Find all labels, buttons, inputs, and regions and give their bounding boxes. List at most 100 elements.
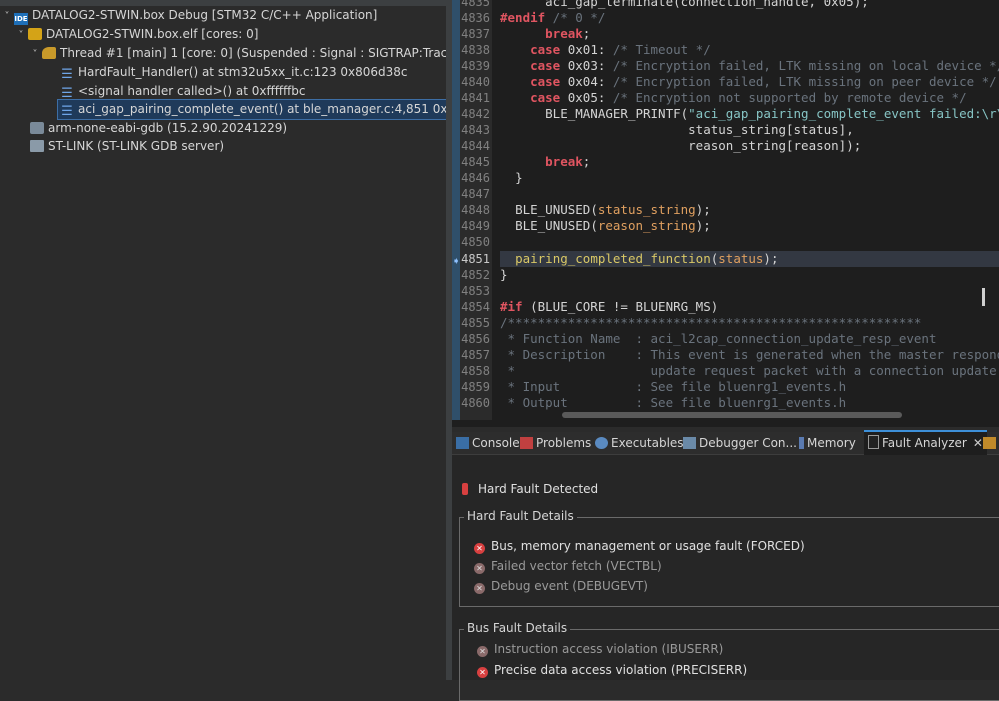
- collapse-icon[interactable]: ˅: [0, 7, 14, 26]
- code-line[interactable]: break;: [500, 154, 999, 170]
- line-number: 4847: [461, 187, 490, 201]
- bottom-panel-tabs: Console Problems Executables Debugger Co…: [452, 430, 999, 456]
- line-number: 4856: [461, 332, 490, 346]
- line-number: 4839: [461, 59, 490, 73]
- tree-item-elf[interactable]: ˅ DATALOG2-STWIN.box.elf [cores: 0]: [14, 25, 259, 45]
- code-line[interactable]: * update request packet with a connectio…: [500, 363, 999, 379]
- code-line[interactable]: * Description : This event is generated …: [500, 347, 999, 363]
- error-icon: ✕: [474, 543, 485, 554]
- code-line[interactable]: }: [500, 170, 999, 186]
- bus-fault-details-group: Bus Fault Details ✕ Instruction access vi…: [459, 621, 999, 701]
- line-number: 4848: [461, 203, 490, 217]
- error-icon: ✕: [474, 583, 485, 594]
- fault-flag-ibuserr: ✕ Instruction access violation (IBUSERR): [477, 640, 723, 658]
- tab-console[interactable]: Console: [456, 432, 520, 454]
- line-number: 4836: [461, 11, 490, 25]
- line-number: 4853: [461, 284, 490, 298]
- code-line[interactable]: BLE_UNUSED(status_string);: [500, 202, 999, 218]
- gdb-icon: [30, 122, 44, 134]
- group-title: Bus Fault Details: [464, 621, 571, 635]
- group-title: Hard Fault Details: [464, 509, 577, 523]
- fault-flag-preciserr: ✕ Precise data access violation (PRECISER…: [477, 661, 747, 679]
- stack-frame-icon: ☰: [61, 104, 73, 119]
- memory-icon: [799, 437, 804, 449]
- overview-ruler-marker[interactable]: [982, 288, 985, 306]
- collapse-icon[interactable]: ˅: [28, 45, 42, 64]
- code-line[interactable]: break;: [500, 26, 999, 42]
- ide-icon: IDE: [14, 13, 28, 25]
- code-line[interactable]: BLE_MANAGER_PRINTF("aci_gap_pairing_comp…: [500, 106, 999, 122]
- tab-debugger-console[interactable]: Debugger Con...: [683, 432, 797, 454]
- code-line[interactable]: BLE_UNUSED(reason_string);: [500, 218, 999, 234]
- code-line[interactable]: case 0x05: /* Encryption not supported b…: [500, 90, 999, 106]
- warning-icon: [462, 483, 468, 495]
- line-number: 4852: [461, 268, 490, 282]
- code-editor[interactable]: ➧ aci_gap_terminate(connection_handle, 0…: [452, 0, 999, 427]
- tree-item-launch[interactable]: ˅ IDE DATALOG2-STWIN.box Debug [STM32 C/C+…: [0, 6, 377, 25]
- code-line[interactable]: #endif /* 0 */: [500, 10, 999, 26]
- line-number: 4842: [461, 107, 490, 121]
- problems-icon: [520, 437, 533, 449]
- stack-frame-signal-handler[interactable]: ☰ <signal handler called>() at 0xffffffbc: [60, 82, 305, 101]
- line-number: 4860: [461, 396, 490, 410]
- code-line[interactable]: case 0x03: /* Encryption failed, LTK mis…: [500, 58, 999, 74]
- line-number: 4845: [461, 155, 490, 169]
- line-number: 4844: [461, 139, 490, 153]
- line-number: 4849: [461, 219, 490, 233]
- debug-view: ˅ IDE DATALOG2-STWIN.box Debug [STM32 C/C+…: [0, 0, 446, 680]
- line-number: 4835: [461, 0, 490, 9]
- code-line[interactable]: /***************************************…: [500, 315, 999, 331]
- code-line[interactable]: status_string[status],: [500, 122, 999, 138]
- console-icon: [456, 437, 469, 449]
- tab-memory[interactable]: Memory: [799, 432, 856, 454]
- error-icon: ✕: [477, 646, 488, 657]
- fault-flag-vectbl: ✕ Failed vector fetch (VECTBL): [474, 557, 662, 575]
- tab-fault-analyzer[interactable]: Fault Analyzer ✕: [864, 430, 987, 456]
- line-number: 4851: [461, 252, 490, 266]
- code-line[interactable]: reason_string[reason]);: [500, 138, 999, 154]
- tree-item-gdb[interactable]: arm-none-eabi-gdb (15.2.90.20241229): [30, 119, 287, 138]
- view-menu-icon[interactable]: [983, 432, 999, 454]
- fault-analyzer-panel: Hard Fault Detected Hard Fault Details ✕…: [452, 455, 999, 701]
- code-line[interactable]: case 0x04: /* Encryption failed, LTK mis…: [500, 74, 999, 90]
- horizontal-scrollbar[interactable]: [562, 412, 902, 418]
- line-number: 4854: [461, 300, 490, 314]
- tab-problems[interactable]: Problems: [520, 432, 591, 454]
- tab-executables[interactable]: Executables: [595, 432, 684, 454]
- line-number: 4838: [461, 43, 490, 57]
- debugger-console-icon: [683, 437, 696, 449]
- line-number: 4859: [461, 380, 490, 394]
- line-number: 4840: [461, 75, 490, 89]
- line-number: 4858: [461, 364, 490, 378]
- code-line[interactable]: }: [500, 267, 999, 283]
- error-icon: ✕: [477, 667, 488, 678]
- line-number: 4846: [461, 171, 490, 185]
- hard-fault-status: Hard Fault Detected: [462, 480, 598, 498]
- code-line[interactable]: aci_gap_terminate(connection_handle, 0x0…: [500, 0, 999, 10]
- code-line[interactable]: #if (BLUE_CORE != BLUENRG_MS): [500, 299, 999, 315]
- line-number: 4857: [461, 348, 490, 362]
- collapse-icon[interactable]: ˅: [14, 26, 28, 45]
- fault-flag-forced: ✕ Bus, memory management or usage fault (…: [474, 537, 805, 555]
- code-line[interactable]: * Input : See file bluenrg1_events.h: [500, 379, 999, 395]
- code-line[interactable]: * Output : See file bluenrg1_events.h: [500, 395, 999, 411]
- stlink-icon: [30, 140, 44, 152]
- fault-flag-debugevt: ✕ Debug event (DEBUGEVT): [474, 577, 648, 595]
- tree-item-stlink[interactable]: ST-LINK (ST-LINK GDB server): [30, 137, 224, 156]
- line-number: 4850: [461, 235, 490, 249]
- stack-frame-hardfault[interactable]: ☰ HardFault_Handler() at stm32u5xx_it.c:1…: [60, 63, 407, 82]
- stack-frame-icon: ☰: [61, 86, 73, 101]
- line-number: 4843: [461, 123, 490, 137]
- line-number: 4855: [461, 316, 490, 330]
- code-line[interactable]: * Function Name : aci_l2cap_connection_u…: [500, 331, 999, 347]
- line-number: 4841: [461, 91, 490, 105]
- error-icon: ✕: [474, 563, 485, 574]
- line-number: 4837: [461, 27, 490, 41]
- fault-analyzer-icon: [868, 435, 879, 449]
- stack-frame-pairing-complete[interactable]: ☰ aci_gap_pairing_complete_event() at ble…: [57, 99, 446, 120]
- hard-fault-details-group: Hard Fault Details ✕ Bus, memory manageme…: [459, 509, 999, 607]
- code-line[interactable]: case 0x01: /* Timeout */: [500, 42, 999, 58]
- current-code-line[interactable]: pairing_completed_function(status);: [500, 251, 999, 267]
- close-icon[interactable]: ✕: [973, 436, 983, 450]
- tree-item-thread[interactable]: ˅ Thread #1 [main] 1 [core: 0] (Suspended…: [28, 44, 447, 64]
